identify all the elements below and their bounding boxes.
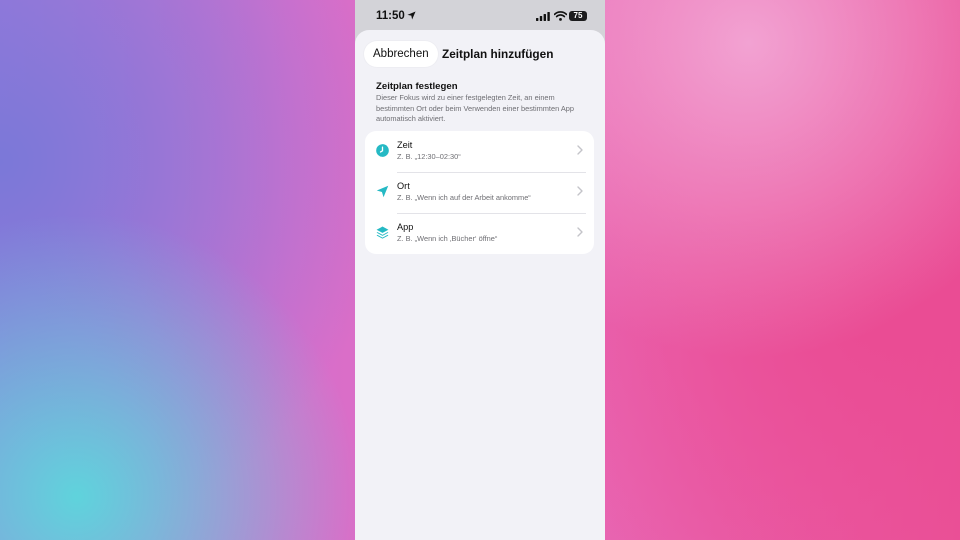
chevron-right-icon	[577, 145, 583, 155]
option-app[interactable]: App Z. B. „Wenn ich ‚Bücher‘ öffne“	[365, 213, 594, 254]
status-bar: 11:50 75	[355, 0, 605, 32]
chevron-right-icon	[577, 227, 583, 237]
chevron-right-icon	[577, 186, 583, 196]
section-title: Zeitplan festlegen	[376, 81, 458, 92]
cancel-button[interactable]: Abbrechen	[364, 41, 438, 67]
wifi-icon	[554, 11, 567, 21]
option-location[interactable]: Ort Z. B. „Wenn ich auf der Arbeit ankom…	[365, 172, 594, 213]
location-arrow-icon	[376, 185, 389, 198]
app-stack-icon	[376, 226, 389, 239]
clock-icon	[376, 144, 389, 157]
section-description: Dieser Fokus wird zu einer festgelegten …	[376, 93, 575, 123]
option-title: App	[397, 222, 414, 232]
battery-indicator: 75	[569, 11, 587, 21]
option-subtitle: Z. B. „Wenn ich ‚Bücher‘ öffne“	[397, 234, 498, 243]
option-time[interactable]: Zeit Z. B. „12:30–02:30“	[365, 131, 594, 172]
option-title: Zeit	[397, 140, 413, 150]
phone-screen: 11:50 75 Abbrechen Zeitplan hinzufügen Z…	[355, 0, 605, 540]
status-time: 11:50	[376, 10, 405, 22]
sheet-title: Zeitplan hinzufügen	[442, 47, 554, 61]
option-title: Ort	[397, 181, 410, 191]
option-subtitle: Z. B. „12:30–02:30“	[397, 152, 461, 161]
location-services-icon	[407, 11, 416, 20]
cellular-signal-icon	[536, 12, 550, 21]
option-subtitle: Z. B. „Wenn ich auf der Arbeit ankomme“	[397, 193, 531, 202]
schedule-options-list: Zeit Z. B. „12:30–02:30“ Ort Z. B. „Wenn…	[365, 131, 594, 254]
add-schedule-sheet: Abbrechen Zeitplan hinzufügen Zeitplan f…	[355, 30, 605, 540]
